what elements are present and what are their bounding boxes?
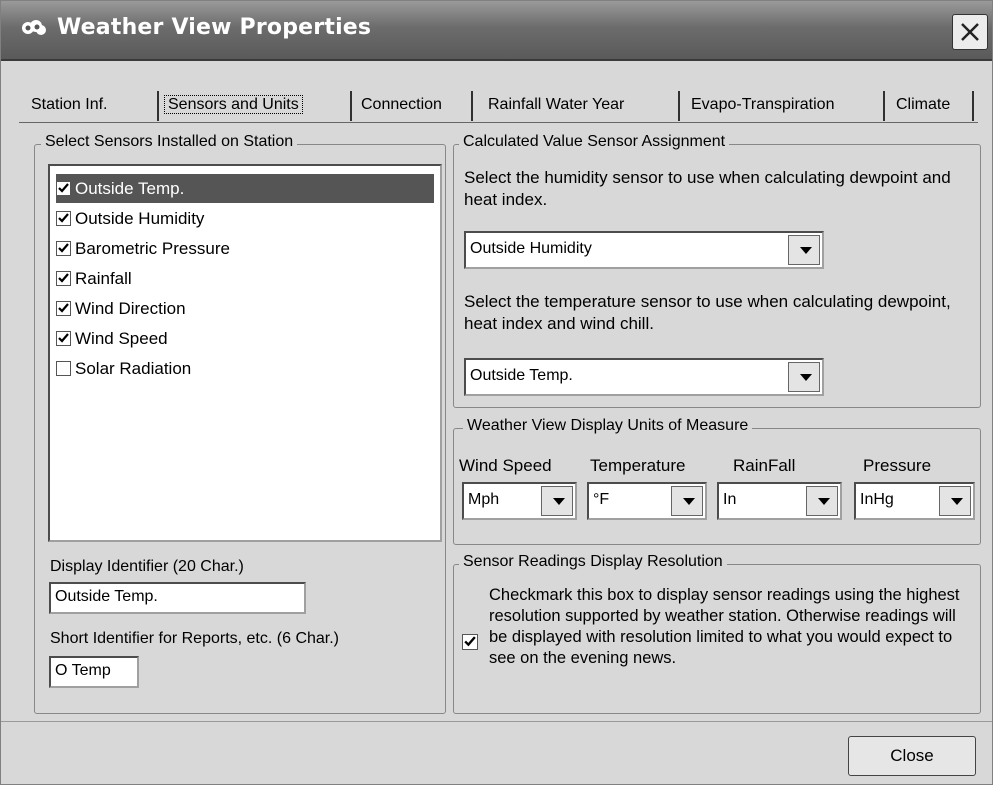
checkmark-icon xyxy=(58,243,69,253)
tab-rainfall-water-year[interactable]: Rainfall Water Year xyxy=(488,91,680,121)
calc-group-label: Calculated Value Sensor Assignment xyxy=(459,133,730,151)
close-icon xyxy=(961,23,979,41)
resolution-description: Checkmark this box to display sensor rea… xyxy=(489,586,960,667)
window-title: Weather View Properties xyxy=(57,15,372,40)
list-item-label: Outside Humidity xyxy=(75,209,205,228)
temperature-unit-value: °F xyxy=(593,491,610,508)
checkmark-icon xyxy=(58,303,69,313)
checkbox[interactable] xyxy=(56,301,71,316)
list-item-label: Solar Radiation xyxy=(75,359,192,378)
temperature-instruction: Select the temperature sensor to use whe… xyxy=(464,292,951,333)
humidity-sensor-select[interactable]: Outside Humidity xyxy=(464,231,824,269)
chevron-down-icon[interactable] xyxy=(541,486,573,516)
chevron-down-icon[interactable] xyxy=(788,235,820,265)
pressure-unit-select[interactable]: InHg xyxy=(854,482,975,520)
list-item[interactable]: Solar Radiation xyxy=(56,354,434,383)
checkmark-icon xyxy=(464,636,476,647)
tab-climate[interactable]: Climate xyxy=(896,91,974,121)
checkmark-icon xyxy=(58,213,69,223)
title-bar: Weather View Properties xyxy=(1,1,992,61)
short-identifier-label: Short Identifier for Reports, etc. (6 Ch… xyxy=(50,630,340,647)
footer-divider xyxy=(1,721,992,722)
temperature-unit-select[interactable]: °F xyxy=(587,482,707,520)
wind-speed-unit-value: Mph xyxy=(468,491,500,508)
checkbox[interactable] xyxy=(56,181,71,196)
units-group-label: Weather View Display Units of Measure xyxy=(463,417,753,435)
list-item[interactable]: Wind Speed xyxy=(56,324,434,353)
display-identifier-field[interactable]: Outside Temp. xyxy=(49,582,306,614)
close-button[interactable]: Close xyxy=(848,736,976,776)
list-item-label: Wind Direction xyxy=(75,299,186,318)
checkmark-icon xyxy=(58,333,69,343)
wind-speed-label: Wind Speed xyxy=(459,456,552,475)
tab-station-inf[interactable]: Station Inf. xyxy=(31,91,159,121)
list-item[interactable]: Wind Direction xyxy=(56,294,434,323)
temperature-label: Temperature xyxy=(590,456,686,475)
close-button-label: Close xyxy=(890,746,934,765)
humidity-instruction: Select the humidity sensor to use when c… xyxy=(464,168,951,209)
list-item[interactable]: Outside Humidity xyxy=(56,204,434,233)
pressure-label: Pressure xyxy=(863,456,932,475)
checkbox[interactable] xyxy=(56,271,71,286)
list-item[interactable]: Barometric Pressure xyxy=(56,234,434,263)
window-close-button[interactable] xyxy=(952,14,988,50)
humidity-sensor-value: Outside Humidity xyxy=(470,240,592,257)
resolution-checkbox[interactable] xyxy=(462,634,478,650)
wind-speed-unit-select[interactable]: Mph xyxy=(462,482,577,520)
rainfall-unit-select[interactable]: In xyxy=(717,482,842,520)
sensors-group-label: Select Sensors Installed on Station xyxy=(41,133,298,151)
sensor-listbox[interactable]: Outside Temp. Outside Humidity Barometri… xyxy=(48,164,442,542)
tab-evapo-transpiration[interactable]: Evapo-Transpiration xyxy=(691,91,885,121)
tab-sensors-and-units[interactable]: Sensors and Units xyxy=(164,91,352,121)
pressure-unit-value: InHg xyxy=(860,491,894,508)
resolution-group-label: Sensor Readings Display Resolution xyxy=(459,553,727,571)
list-item[interactable]: Outside Temp. xyxy=(56,174,434,203)
checkbox[interactable] xyxy=(56,331,71,346)
list-item-label: Rainfall xyxy=(75,269,132,288)
list-item-label: Outside Temp. xyxy=(75,179,185,198)
checkmark-icon xyxy=(58,183,69,193)
tab-connection[interactable]: Connection xyxy=(361,91,473,121)
chevron-down-icon[interactable] xyxy=(806,486,838,516)
chevron-down-icon[interactable] xyxy=(671,486,703,516)
checkbox[interactable] xyxy=(56,241,71,256)
checkmark-icon xyxy=(58,273,69,283)
list-item-label: Wind Speed xyxy=(75,329,168,348)
temperature-sensor-select[interactable]: Outside Temp. xyxy=(464,358,824,396)
chevron-down-icon[interactable] xyxy=(939,486,971,516)
list-item-label: Barometric Pressure xyxy=(75,239,230,258)
chevron-down-icon[interactable] xyxy=(788,362,820,392)
properties-window: Weather View Properties Station Inf. Sen… xyxy=(0,0,993,785)
display-identifier-label: Display Identifier (20 Char.) xyxy=(50,558,244,575)
rainfall-label: RainFall xyxy=(733,456,796,475)
app-icon xyxy=(22,20,46,35)
list-item[interactable]: Rainfall xyxy=(56,264,434,293)
checkbox[interactable] xyxy=(56,211,71,226)
rainfall-unit-value: In xyxy=(723,491,737,508)
checkbox[interactable] xyxy=(56,361,71,376)
temperature-sensor-value: Outside Temp. xyxy=(470,367,573,384)
short-identifier-field[interactable]: O Temp xyxy=(49,656,139,688)
tab-strip-line xyxy=(19,122,978,123)
